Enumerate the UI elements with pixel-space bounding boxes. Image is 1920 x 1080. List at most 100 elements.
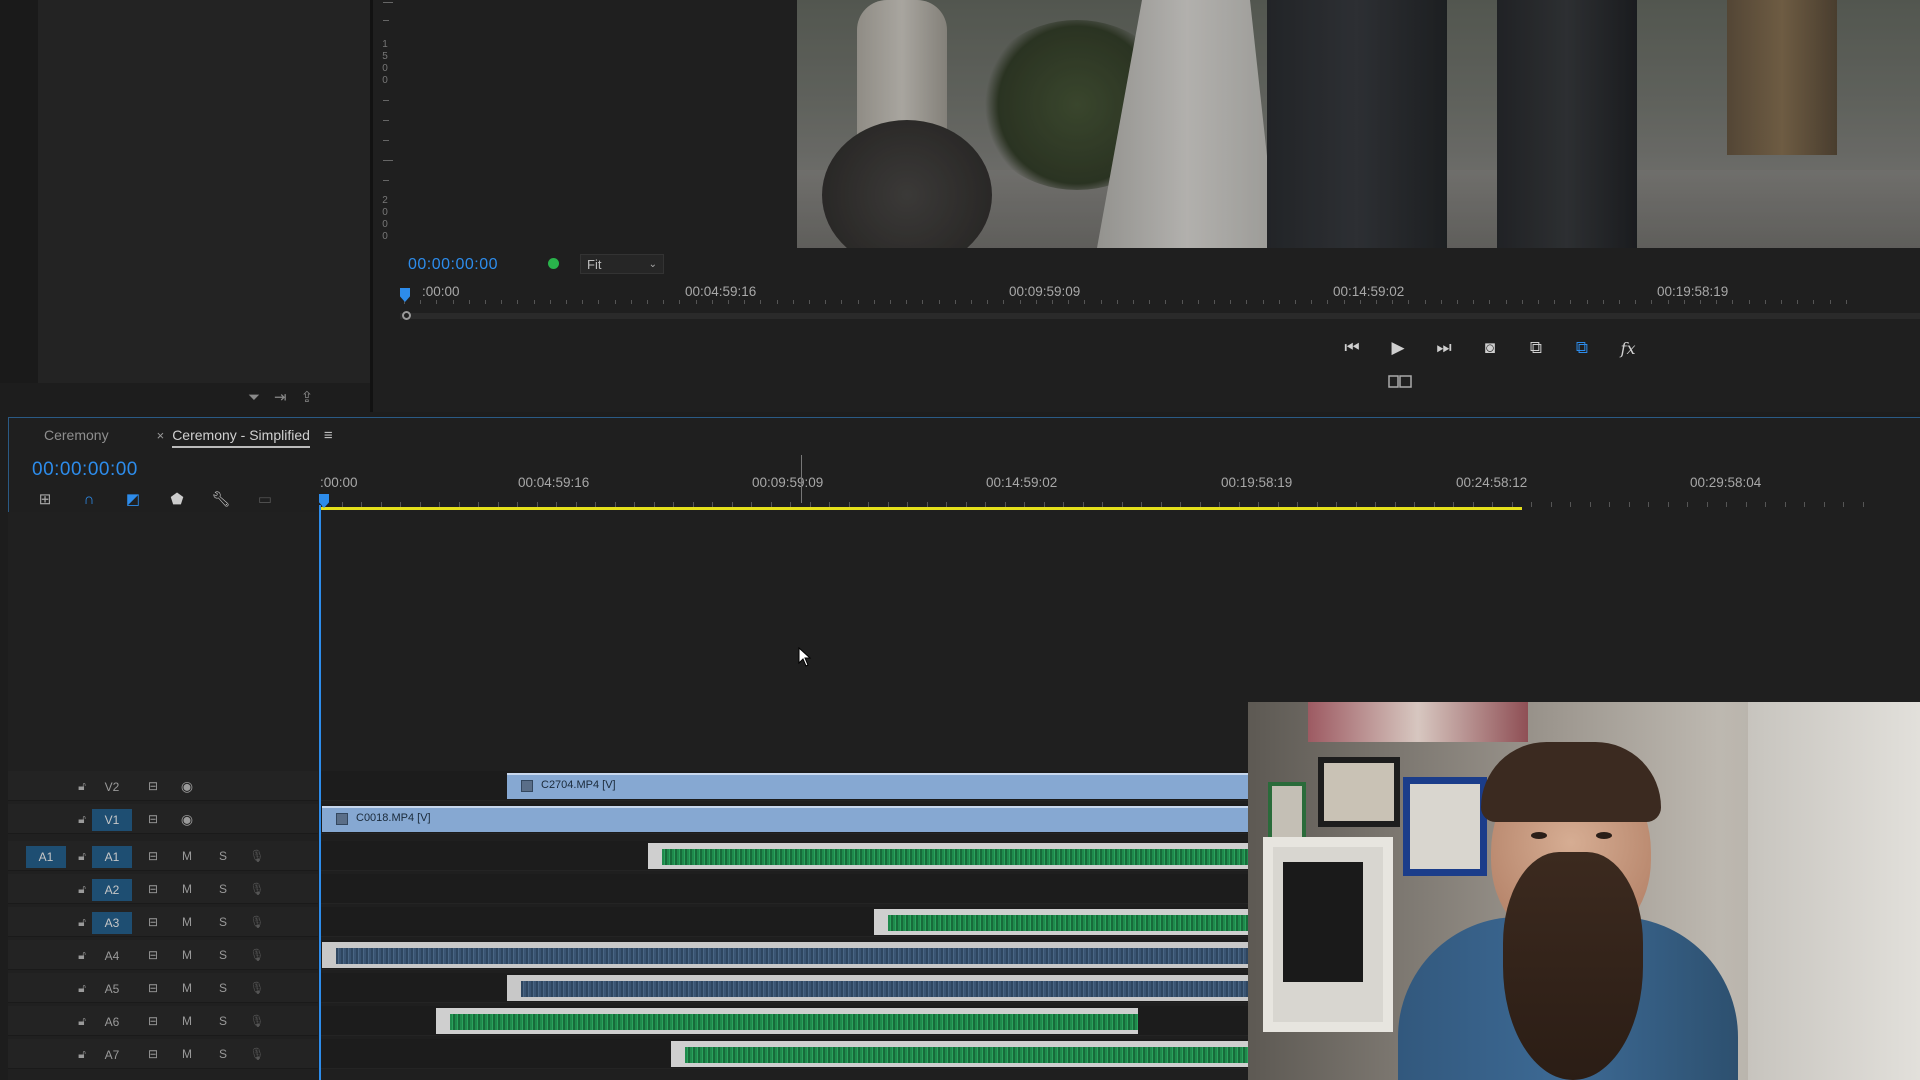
sync-lock-icon[interactable]: ⊟ (142, 841, 164, 871)
track-label[interactable]: A4 (92, 945, 132, 967)
step-forward-icon[interactable]: ⏭ (1432, 336, 1456, 360)
lock-icon[interactable]: 🔓︎ (72, 771, 92, 801)
solo-button[interactable]: S (214, 841, 232, 871)
timeline-timecode[interactable]: 00:00:00:00 (32, 459, 138, 481)
marker-icon[interactable]: ⬟ (166, 488, 188, 510)
source-patch[interactable]: A1 (26, 846, 66, 868)
sync-lock-icon[interactable]: ⊟ (142, 1039, 164, 1069)
mute-button[interactable]: M (178, 841, 196, 871)
solo-button[interactable]: S (214, 907, 232, 937)
wrench-icon[interactable]: 🔧︎ (210, 488, 232, 510)
export-icon[interactable]: ⇪ (301, 388, 314, 406)
tab-ceremony-simplified[interactable]: Ceremony - Simplified (172, 427, 310, 448)
comparison-view-icon[interactable]: ⧉ (1524, 336, 1548, 360)
track-label[interactable]: A3 (92, 912, 132, 934)
track-label[interactable]: A2 (92, 879, 132, 901)
track-label[interactable]: V2 (92, 776, 132, 798)
solo-button[interactable]: S (214, 973, 232, 1003)
ruler-tick (1651, 300, 1653, 304)
mic-icon[interactable]: 🎙︎ (248, 1006, 266, 1036)
ruler-tick (1149, 300, 1151, 304)
mute-button[interactable]: M (178, 1006, 196, 1036)
track-header: 🔓︎ A3 ⊟ M S 🎙︎ (8, 907, 318, 937)
compare-button[interactable] (1388, 374, 1412, 390)
project-panel (38, 0, 370, 383)
proxy-toggle-icon[interactable]: ⧉ (1570, 336, 1594, 360)
ruler-tick (711, 300, 713, 304)
mic-icon[interactable]: 🎙︎ (248, 973, 266, 1003)
lock-icon[interactable]: 🔓︎ (72, 804, 92, 834)
play-icon[interactable]: ▶ (1386, 336, 1410, 360)
eye-icon[interactable]: ◉ (176, 771, 198, 801)
mic-icon[interactable]: 🎙︎ (248, 874, 266, 904)
ruler-tick (1424, 300, 1426, 304)
step-back-icon[interactable]: ⏮ (1340, 336, 1364, 360)
tab-ceremony[interactable]: Ceremony (44, 427, 109, 443)
solo-button[interactable]: S (214, 874, 232, 904)
track-label[interactable]: V1 (92, 809, 132, 831)
captions-icon[interactable]: ▭ (254, 488, 276, 510)
mic-icon[interactable]: 🎙︎ (248, 940, 266, 970)
sync-lock-icon[interactable]: ⊟ (142, 804, 164, 834)
track-label[interactable]: A7 (92, 1044, 132, 1066)
lock-icon[interactable]: 🔓︎ (72, 907, 92, 937)
ruler-tick (1667, 300, 1669, 304)
in-point-handle[interactable] (402, 311, 411, 320)
mute-button[interactable]: M (178, 874, 196, 904)
mute-button[interactable]: M (178, 940, 196, 970)
linked-selection-icon[interactable]: ◩ (122, 488, 144, 510)
program-video-frame[interactable] (797, 0, 1920, 248)
ruler-tick (1376, 300, 1377, 304)
nest-icon[interactable]: ⊞ (34, 488, 56, 510)
program-timecode[interactable]: 00:00:00:00 (408, 256, 498, 274)
lock-icon[interactable]: 🔓︎ (72, 1006, 92, 1036)
zoom-fit-select[interactable]: Fit ⌄ (580, 254, 664, 274)
lock-icon[interactable]: 🔓︎ (72, 841, 92, 871)
sync-lock-icon[interactable]: ⊟ (142, 1006, 164, 1036)
track-header: 🔓︎ V1 ⊟ ◉ (8, 804, 318, 834)
insert-icon[interactable]: ⇥ (274, 388, 287, 406)
close-icon[interactable]: × (157, 428, 165, 443)
lock-icon[interactable]: 🔓︎ (72, 874, 92, 904)
program-scrub-bar[interactable] (400, 313, 1920, 319)
ruler-tick (1813, 300, 1815, 304)
mic-icon[interactable]: 🎙︎ (248, 1039, 266, 1069)
panel-menu-icon[interactable]: ≡ (324, 427, 333, 444)
timeline-time-ruler[interactable]: :00:00 00:04:59:16 00:09:59:09 00:14:59:… (320, 470, 1920, 510)
clip-name: C0018.MP4 [V] (356, 812, 431, 824)
ruler-tick (1084, 300, 1086, 304)
ruler-tick (1586, 300, 1588, 304)
ruler-tick (1843, 502, 1844, 507)
audio-clip[interactable] (436, 1008, 1138, 1034)
ruler-tick (1619, 300, 1620, 304)
sync-lock-icon[interactable]: ⊟ (142, 874, 164, 904)
track-label[interactable]: A5 (92, 978, 132, 1000)
ruler-tick (1165, 300, 1167, 304)
eye-icon[interactable]: ◉ (176, 804, 198, 834)
solo-button[interactable]: S (214, 940, 232, 970)
sync-lock-icon[interactable]: ⊟ (142, 771, 164, 801)
solo-button[interactable]: S (214, 1039, 232, 1069)
lock-icon[interactable]: 🔓︎ (72, 973, 92, 1003)
mute-button[interactable]: M (178, 1039, 196, 1069)
snap-icon[interactable]: ∩ (78, 488, 100, 510)
track-label[interactable]: A6 (92, 1011, 132, 1033)
audio-meter-ruler: 1 5 0 0 2 0 0 0 (377, 0, 397, 248)
work-area-bar[interactable] (321, 507, 1522, 510)
export-frame-icon[interactable]: ◙ (1478, 336, 1502, 360)
filter-icon[interactable]: ⏷ (248, 389, 260, 406)
mic-icon[interactable]: 🎙︎ (248, 841, 266, 871)
mute-button[interactable]: M (178, 907, 196, 937)
solo-button[interactable]: S (214, 1006, 232, 1036)
mute-button[interactable]: M (178, 973, 196, 1003)
track-label[interactable]: A1 (92, 846, 132, 868)
lock-icon[interactable]: 🔓︎ (72, 1039, 92, 1069)
sync-lock-icon[interactable]: ⊟ (142, 940, 164, 970)
lock-icon[interactable]: 🔓︎ (72, 940, 92, 970)
mic-icon[interactable]: 🎙︎ (248, 907, 266, 937)
sync-lock-icon[interactable]: ⊟ (142, 907, 164, 937)
fx-icon[interactable]: fx (1616, 336, 1640, 360)
sync-lock-icon[interactable]: ⊟ (142, 973, 164, 1003)
meter-number: 1 (382, 39, 388, 50)
ruler-tick (1133, 300, 1134, 304)
